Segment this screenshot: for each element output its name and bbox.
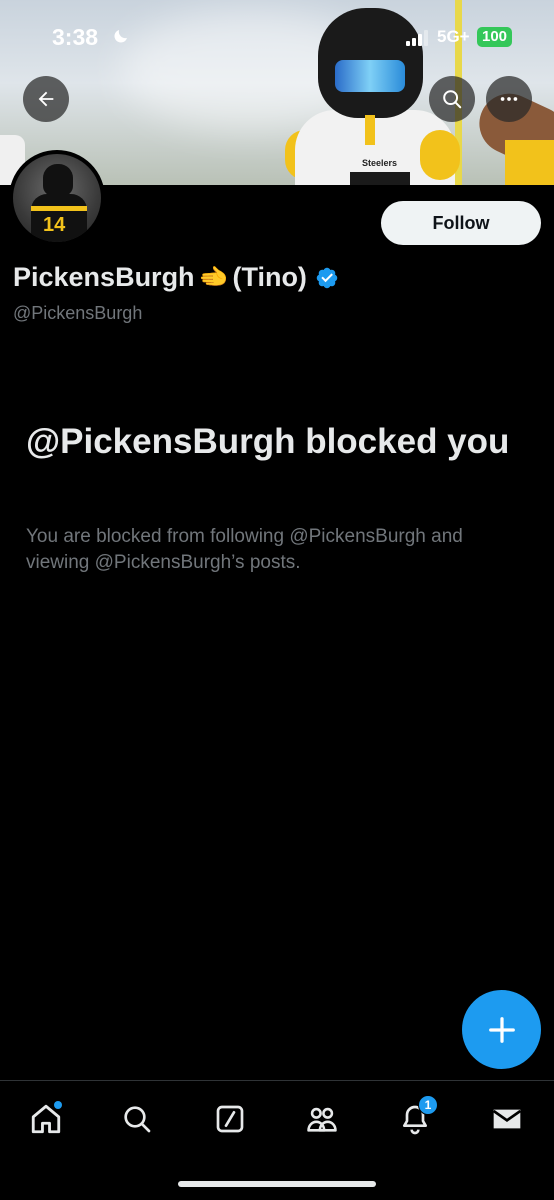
nav-grok[interactable] [208, 1097, 252, 1141]
moon-icon [114, 30, 127, 43]
compose-button[interactable] [462, 990, 541, 1069]
battery-indicator: 100 [477, 27, 513, 47]
arrow-left-icon [38, 91, 54, 107]
search-icon [124, 1106, 151, 1133]
more-options-button[interactable] [486, 76, 532, 122]
signal-icon [406, 30, 428, 46]
banner-jersey-number [350, 172, 410, 185]
display-name: PickensBurgh 🫲 (Tino) [13, 262, 339, 293]
banner-shoulder-right [420, 130, 460, 180]
back-button[interactable] [23, 76, 69, 122]
plus-icon [488, 1016, 515, 1043]
notification-count-badge: 1 [418, 1095, 438, 1115]
more-horizontal-icon [500, 97, 518, 101]
nav-search[interactable] [115, 1097, 159, 1141]
nav-communities[interactable] [300, 1097, 344, 1141]
banner-shirt-right [505, 140, 554, 185]
banner-chin-strap [365, 115, 375, 145]
banner-helmet-visor [335, 60, 405, 92]
home-unread-dot [54, 1101, 62, 1109]
status-bar: 3:38 5G+ 100 [0, 0, 554, 60]
display-name-suffix: (Tino) [232, 262, 307, 292]
blocked-title: @PickensBurgh blocked you [26, 422, 510, 461]
nav-messages[interactable] [485, 1097, 529, 1141]
avatar-jersey-stripe [31, 206, 87, 211]
avatar[interactable]: 14 [9, 150, 105, 246]
search-icon [443, 90, 462, 109]
verified-badge-icon[interactable] [315, 266, 339, 290]
blocked-description: You are blocked from following @PickensB… [26, 526, 463, 573]
avatar-jersey-number: 14 [43, 214, 66, 236]
home-indicator[interactable] [178, 1181, 376, 1187]
search-button[interactable] [429, 76, 475, 122]
communities-icon [307, 1107, 337, 1132]
status-time: 3:38 [52, 24, 99, 50]
nav-home[interactable] [24, 1097, 68, 1141]
network-label: 5G+ [437, 27, 470, 46]
avatar-helmet [43, 164, 73, 196]
nav-notifications[interactable]: 1 [393, 1095, 438, 1141]
display-name-text: PickensBurgh [13, 262, 195, 292]
user-handle: @PickensBurgh [13, 303, 143, 323]
mail-icon [492, 1109, 522, 1129]
follow-button[interactable]: Follow [381, 201, 541, 245]
banner-jersey-text: Steelers [362, 158, 398, 168]
name-emoji: 🫲 [198, 264, 229, 291]
grok-icon [216, 1105, 244, 1133]
